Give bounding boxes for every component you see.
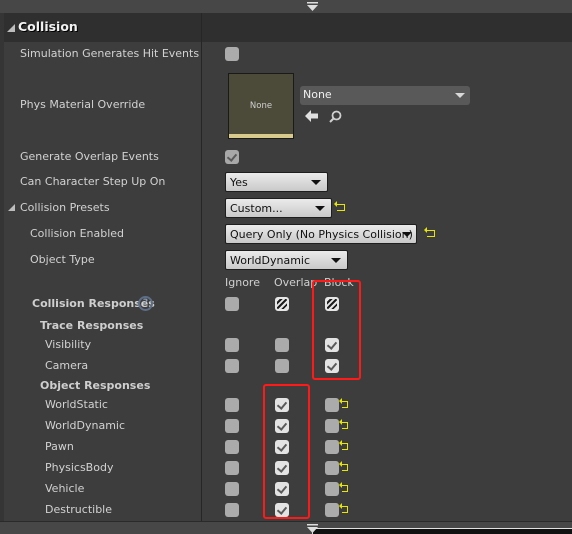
tooltip-edge [312, 528, 572, 534]
worldstatic-block-checkbox[interactable] [325, 398, 339, 412]
response-row-label: WorldDynamic [45, 419, 126, 432]
sim-hit-events-label: Simulation Generates Hit Events [20, 47, 200, 60]
arrow-left-icon[interactable] [305, 110, 318, 122]
object-type-value: WorldDynamic [230, 254, 311, 267]
reset-to-default-icon[interactable] [339, 482, 348, 492]
bottom-splitter[interactable] [0, 521, 572, 534]
material-thumbnail[interactable]: None [228, 73, 294, 139]
all-overlap-checkbox[interactable] [275, 297, 289, 311]
destructible-block-checkbox[interactable] [325, 503, 339, 517]
collision-enabled-value: Query Only (No Physics Collision) [230, 228, 413, 241]
step-up-label: Can Character Step Up On [20, 175, 166, 188]
step-up-combo[interactable]: Yes [225, 172, 328, 192]
phys-material-combo[interactable]: None [300, 86, 470, 105]
object-type-combo[interactable]: WorldDynamic [225, 250, 348, 270]
vehicle-ignore-checkbox[interactable] [225, 482, 239, 496]
visibility-overlap-checkbox[interactable] [275, 338, 289, 352]
chevron-down-icon [455, 93, 465, 98]
response-row-label: Destructible [45, 503, 112, 516]
help-icon[interactable]: ? [138, 296, 153, 311]
response-row-label: Camera [45, 359, 89, 372]
phys-material-label: Phys Material Override [20, 98, 146, 111]
reset-to-default-icon[interactable] [424, 227, 435, 237]
overlap-events-checkbox[interactable] [225, 150, 239, 164]
response-row-label: PhysicsBody [45, 461, 114, 474]
worlddynamic-ignore-checkbox[interactable] [225, 419, 239, 433]
pawn-block-checkbox[interactable] [325, 440, 339, 454]
visibility-ignore-checkbox[interactable] [225, 338, 239, 352]
chevron-down-icon [331, 258, 341, 263]
chevron-down-icon [402, 232, 412, 237]
physicsbody-block-checkbox[interactable] [325, 461, 339, 475]
camera-ignore-checkbox[interactable] [225, 359, 239, 373]
reset-to-default-icon[interactable] [339, 461, 348, 471]
panel-edge [0, 13, 4, 521]
column-divider[interactable] [201, 13, 202, 521]
collision-enabled-combo[interactable]: Query Only (No Physics Collision) [225, 224, 417, 244]
destructible-ignore-checkbox[interactable] [225, 503, 239, 517]
category-header-collision[interactable]: Collision [4, 13, 572, 42]
response-row-label: WorldStatic [45, 398, 108, 411]
block-highlight-box [312, 280, 361, 380]
overlap-highlight-box [263, 384, 310, 519]
presets-label: Collision Presets [20, 201, 110, 214]
thumbnail-type-bar [229, 134, 293, 138]
collision-responses-label: Collision Responses [32, 297, 155, 310]
step-up-value: Yes [230, 176, 248, 189]
trace-responses-label: Trace Responses [40, 319, 144, 332]
expand-triangle-icon[interactable] [8, 204, 15, 211]
expand-triangle-icon[interactable] [7, 24, 15, 32]
search-icon[interactable] [329, 110, 342, 123]
phys-material-value: None [303, 88, 332, 101]
top-splitter[interactable] [0, 0, 572, 13]
all-ignore-checkbox[interactable] [225, 297, 239, 311]
worldstatic-ignore-checkbox[interactable] [225, 398, 239, 412]
reset-to-default-icon[interactable] [339, 440, 348, 450]
category-title: Collision [18, 19, 78, 34]
sim-hit-events-checkbox[interactable] [225, 47, 239, 61]
reset-to-default-icon[interactable] [339, 503, 348, 513]
chevron-down-icon [311, 180, 321, 185]
presets-value: Custom... [230, 202, 283, 215]
camera-overlap-checkbox[interactable] [275, 359, 289, 373]
collision-enabled-label: Collision Enabled [30, 227, 125, 240]
object-type-label: Object Type [30, 253, 95, 266]
reset-to-default-icon[interactable] [339, 398, 348, 408]
worlddynamic-block-checkbox[interactable] [325, 419, 339, 433]
column-overlap: Overlap [274, 276, 318, 289]
thumbnail-text: None [249, 101, 273, 111]
collapse-arrow-icon [307, 524, 318, 533]
pawn-ignore-checkbox[interactable] [225, 440, 239, 454]
response-row-label: Visibility [45, 338, 92, 351]
vehicle-block-checkbox[interactable] [325, 482, 339, 496]
physicsbody-ignore-checkbox[interactable] [225, 461, 239, 475]
chevron-down-icon [315, 206, 325, 211]
collapse-arrow-icon [307, 2, 318, 11]
reset-to-default-icon[interactable] [339, 419, 348, 429]
response-row-label: Pawn [45, 440, 74, 453]
response-row-label: Vehicle [45, 482, 85, 495]
reset-to-default-icon[interactable] [334, 201, 345, 211]
overlap-events-label: Generate Overlap Events [20, 150, 159, 163]
presets-combo[interactable]: Custom... [225, 198, 332, 218]
object-responses-label: Object Responses [40, 379, 151, 392]
column-ignore: Ignore [225, 276, 260, 289]
